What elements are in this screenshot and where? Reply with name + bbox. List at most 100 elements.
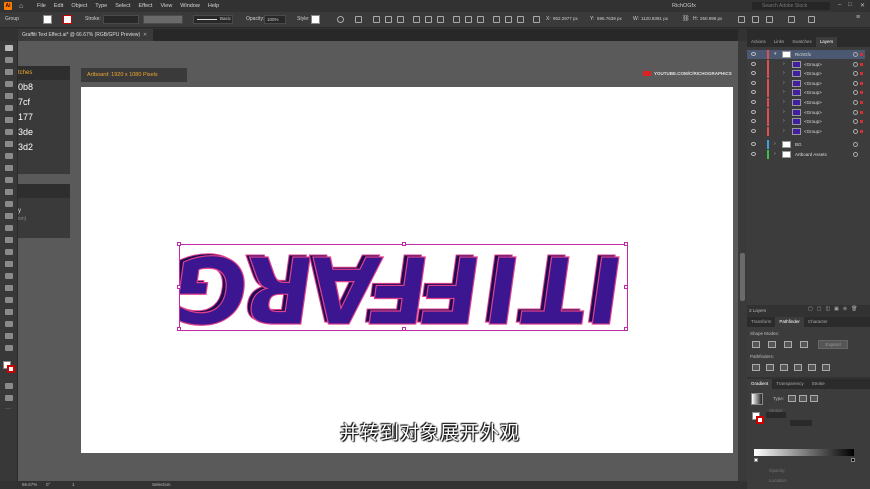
fill-swatch[interactable]	[43, 15, 52, 24]
visibility-eye-icon[interactable]	[751, 128, 756, 133]
layer-row[interactable]: › <Group>	[747, 126, 865, 136]
merge-button[interactable]	[780, 364, 788, 371]
menu-view[interactable]: View	[160, 3, 172, 9]
expand-arrow-icon[interactable]: ›	[774, 141, 776, 147]
target-circle-icon[interactable]	[853, 152, 858, 157]
minimize-icon[interactable]: –	[838, 2, 841, 8]
distribute-bottom-icon[interactable]	[477, 16, 484, 23]
visibility-eye-icon[interactable]	[751, 152, 756, 156]
menu-select[interactable]: Select	[115, 3, 130, 9]
stroke-swatch[interactable]	[63, 15, 72, 24]
arrange-docs-icon[interactable]	[788, 16, 795, 23]
minus-back-button[interactable]	[822, 364, 830, 371]
exclude-button[interactable]	[800, 341, 808, 348]
menu-icon[interactable]: ≡	[856, 14, 863, 21]
zoom-level[interactable]: 66.67%	[22, 482, 37, 487]
swatch-item[interactable]: 3de	[18, 125, 70, 140]
eyedropper-tool-icon[interactable]	[5, 273, 13, 279]
layer-row[interactable]: › <Group>	[747, 98, 865, 107]
swatches-panel-title[interactable]: tches	[18, 66, 70, 80]
align-middle-icon[interactable]	[425, 16, 432, 23]
tab-character[interactable]: Character	[804, 317, 832, 327]
maximize-icon[interactable]: □	[848, 2, 852, 8]
user-name[interactable]: RichOGfx	[672, 3, 696, 9]
trim-button[interactable]	[766, 364, 774, 371]
vertical-scrollbar[interactable]	[738, 41, 747, 481]
expand-arrow-icon[interactable]: ›	[783, 99, 785, 105]
divide-button[interactable]	[752, 364, 760, 371]
visibility-eye-icon[interactable]	[751, 90, 756, 95]
outline-button[interactable]	[808, 364, 816, 371]
free-transform-tool-icon[interactable]	[5, 213, 13, 219]
resize-handle[interactable]	[177, 242, 181, 246]
layer-name[interactable]: Artboard Assets	[795, 152, 827, 157]
graphic-style-swatch[interactable]	[311, 15, 320, 24]
blend-tool-icon[interactable]	[5, 285, 13, 291]
tab-links[interactable]: Links	[770, 37, 789, 47]
selection-mode-icon[interactable]	[766, 16, 773, 23]
visibility-eye-icon[interactable]	[751, 71, 756, 76]
align-bottom-icon[interactable]	[437, 16, 444, 23]
layer-row[interactable]: › <Group>	[747, 78, 865, 88]
gradient-stop-black[interactable]	[851, 458, 855, 462]
swatch-item[interactable]: 7cf	[18, 95, 70, 110]
tab-gradient[interactable]: Gradient	[747, 379, 773, 389]
swatch-item[interactable]: 3d2	[18, 140, 70, 155]
tab-transparency[interactable]: Transparency	[772, 379, 807, 389]
x-value[interactable]: 952.2977 px	[553, 16, 578, 21]
home-icon[interactable]: ⌂	[19, 3, 27, 10]
isolate-icon[interactable]	[738, 16, 745, 23]
target-circle-icon[interactable]	[853, 100, 858, 105]
curvature-tool-icon[interactable]	[5, 93, 13, 99]
tab-stroke[interactable]: Stroke	[808, 379, 829, 389]
scale-tool-icon[interactable]	[5, 189, 13, 195]
puppet-icon[interactable]	[752, 16, 759, 23]
rectangle-tool-icon[interactable]	[5, 129, 13, 135]
perspective-grid-tool-icon[interactable]	[5, 237, 13, 243]
close-icon[interactable]: ✕	[860, 2, 865, 9]
visibility-eye-icon[interactable]	[751, 119, 756, 124]
symbol-sprayer-tool-icon[interactable]	[5, 297, 13, 303]
gradient-angle-input[interactable]	[766, 412, 786, 418]
target-circle-icon[interactable]	[853, 52, 858, 57]
expand-arrow-icon[interactable]: ▾	[774, 51, 777, 57]
resize-handle[interactable]	[402, 242, 406, 246]
visibility-eye-icon[interactable]	[751, 80, 756, 85]
layer-name[interactable]: <Group>	[804, 119, 822, 124]
artboard-tool-icon[interactable]	[5, 321, 13, 327]
gradient-slider[interactable]	[754, 449, 854, 456]
linear-gradient-button[interactable]	[788, 395, 796, 402]
swatch-item[interactable]: 0b8	[18, 80, 70, 95]
variable-width-profile[interactable]	[143, 15, 183, 24]
minus-front-button[interactable]	[768, 341, 776, 348]
gradient-stroke-icon[interactable]	[756, 416, 764, 424]
crop-button[interactable]	[794, 364, 802, 371]
expand-arrow-icon[interactable]: ›	[783, 61, 785, 67]
target-circle-icon[interactable]	[853, 109, 858, 115]
tab-layers[interactable]: Layers	[815, 37, 838, 47]
secondary-panel-header[interactable]	[18, 184, 70, 198]
distribute-h-icon[interactable]	[493, 16, 500, 23]
layer-name[interactable]: <Group>	[804, 71, 822, 76]
expand-arrow-icon[interactable]: ›	[783, 109, 785, 115]
distribute-hc-icon[interactable]	[505, 16, 512, 23]
brush-definition[interactable]: Basic	[193, 15, 233, 24]
distribute-r-icon[interactable]	[517, 16, 524, 23]
zoom-tool-icon[interactable]	[5, 345, 13, 351]
gradient-preview[interactable]	[751, 393, 763, 405]
selection-tool-icon[interactable]	[5, 45, 13, 51]
mesh-tool-icon[interactable]	[5, 249, 13, 255]
layer-name[interactable]: <Group>	[804, 110, 822, 115]
layer-row[interactable]: › <Group>	[747, 117, 865, 127]
stroke-weight-input[interactable]	[103, 15, 139, 24]
pen-tool-icon[interactable]	[5, 81, 13, 87]
magic-wand-tool-icon[interactable]	[5, 69, 13, 75]
width-tool-icon[interactable]	[5, 201, 13, 207]
recolor-icon[interactable]	[337, 16, 344, 23]
layer-name[interactable]: BG	[795, 142, 802, 147]
visibility-eye-icon[interactable]	[751, 142, 756, 147]
expand-arrow-icon[interactable]: ›	[783, 70, 785, 76]
target-circle-icon[interactable]	[853, 71, 858, 77]
resize-handle[interactable]	[177, 327, 181, 331]
opacity-input[interactable]: 100%	[264, 15, 286, 24]
